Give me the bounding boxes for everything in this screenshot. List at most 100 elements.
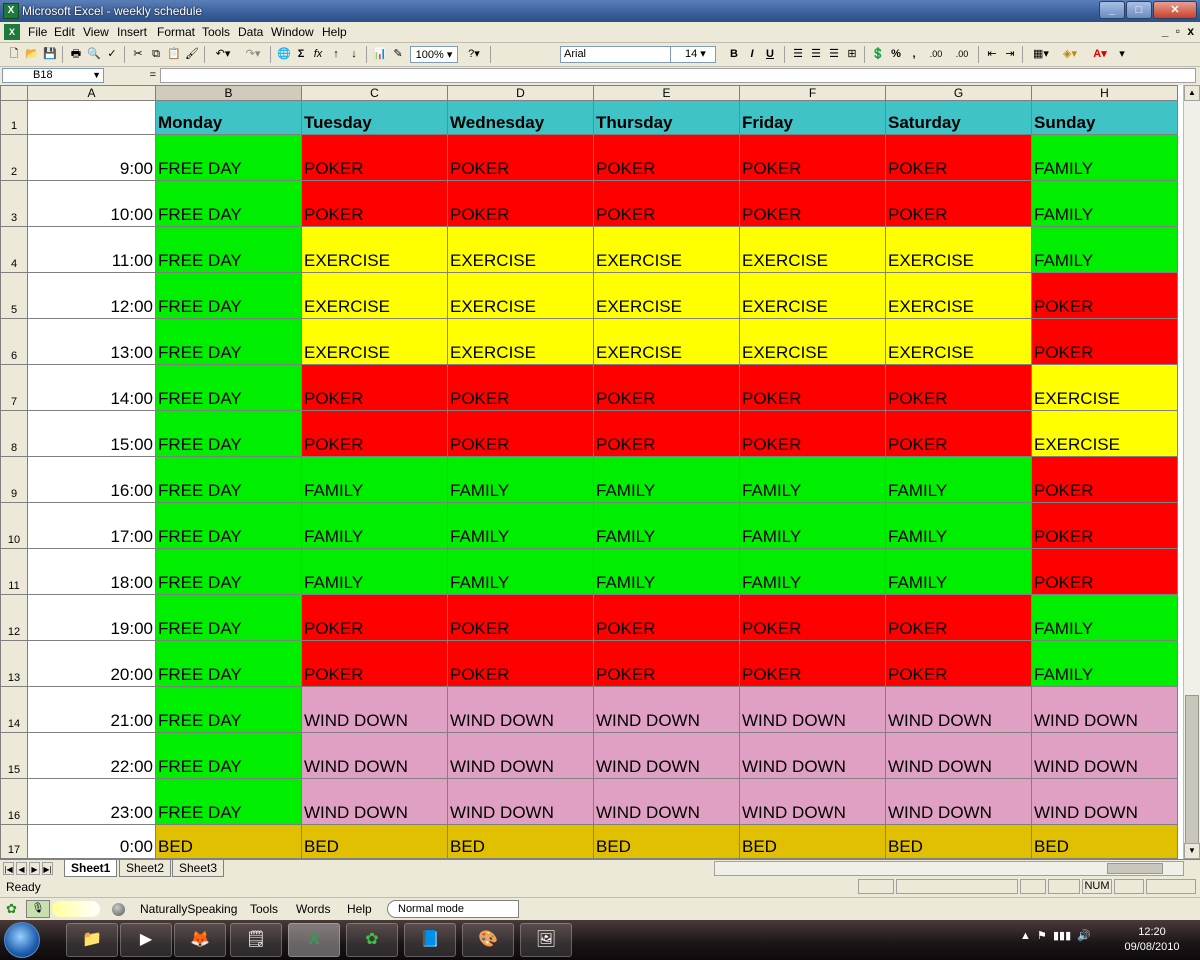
menu-window[interactable]: Window xyxy=(271,25,314,40)
schedule-cell[interactable]: POKER xyxy=(447,594,594,641)
day-header-cell[interactable]: Friday xyxy=(739,100,886,135)
print-icon[interactable]: 🖶 xyxy=(68,46,84,63)
schedule-cell[interactable]: FAMILY xyxy=(885,456,1032,503)
print-preview-icon[interactable]: 🔍 xyxy=(86,46,102,63)
schedule-cell[interactable]: POKER xyxy=(1031,272,1178,319)
align-center-icon[interactable]: ☰ xyxy=(808,46,824,63)
schedule-cell[interactable]: WIND DOWN xyxy=(885,778,1032,825)
schedule-cell[interactable]: POKER xyxy=(593,180,740,227)
row-header[interactable]: 9 xyxy=(0,456,28,503)
column-header-d[interactable]: D xyxy=(447,85,594,101)
menu-help[interactable]: Help xyxy=(322,25,347,40)
schedule-cell[interactable]: FAMILY xyxy=(1031,594,1178,641)
schedule-cell[interactable]: POKER xyxy=(885,640,1032,687)
time-cell[interactable]: 23:00 xyxy=(27,778,156,825)
h-scroll-thumb[interactable] xyxy=(1107,863,1163,874)
row-header[interactable]: 13 xyxy=(0,640,28,687)
dragon-icon[interactable]: ✿ xyxy=(6,901,17,917)
schedule-cell[interactable]: POKER xyxy=(593,134,740,181)
time-cell[interactable]: 12:00 xyxy=(27,272,156,319)
time-cell[interactable]: 10:00 xyxy=(27,180,156,227)
menu-file[interactable]: File xyxy=(28,25,47,40)
schedule-cell[interactable]: POKER xyxy=(885,594,1032,641)
schedule-cell[interactable]: POKER xyxy=(447,640,594,687)
schedule-cell[interactable]: FREE DAY xyxy=(155,686,302,733)
image-viewer-taskbar-icon[interactable]: 🖼 xyxy=(520,923,572,957)
schedule-cell[interactable]: WIND DOWN xyxy=(447,686,594,733)
menu-tools[interactable]: Tools xyxy=(202,25,230,40)
schedule-cell[interactable]: FREE DAY xyxy=(155,502,302,549)
schedule-cell[interactable]: WIND DOWN xyxy=(739,732,886,779)
column-header-e[interactable]: E xyxy=(593,85,740,101)
column-header-c[interactable]: C xyxy=(301,85,448,101)
schedule-cell[interactable]: POKER xyxy=(885,410,1032,457)
increase-indent-icon[interactable]: ⇥ xyxy=(1002,46,1018,63)
explorer-taskbar-icon[interactable]: 📁 xyxy=(66,923,118,957)
menu-view[interactable]: View xyxy=(83,25,109,40)
schedule-cell[interactable]: FAMILY xyxy=(447,456,594,503)
schedule-cell[interactable]: FAMILY xyxy=(301,548,448,595)
next-sheet-icon[interactable]: ▶ xyxy=(29,862,40,875)
schedule-cell[interactable]: POKER xyxy=(885,364,1032,411)
schedule-cell[interactable]: POKER xyxy=(301,410,448,457)
row-header[interactable]: 4 xyxy=(0,226,28,273)
schedule-cell[interactable]: POKER xyxy=(593,364,740,411)
scroll-thumb[interactable] xyxy=(1185,695,1199,845)
zoom-select[interactable]: 100% ▾ xyxy=(410,46,458,63)
schedule-cell[interactable]: FAMILY xyxy=(593,502,740,549)
day-header-cell[interactable]: Monday xyxy=(155,100,302,135)
scroll-up-icon[interactable]: ▲ xyxy=(1184,85,1200,101)
schedule-cell[interactable]: EXERCISE xyxy=(301,318,448,365)
schedule-cell[interactable]: BED xyxy=(1031,824,1178,859)
workbook-window-controls[interactable]: _ ▫ x xyxy=(1162,24,1196,38)
formula-equals[interactable]: = xyxy=(110,68,160,82)
schedule-cell[interactable]: POKER xyxy=(447,134,594,181)
minimize-button[interactable]: _ xyxy=(1099,1,1125,19)
align-left-icon[interactable]: ☰ xyxy=(790,46,806,63)
chart-wizard-icon[interactable]: 📊 xyxy=(372,46,388,63)
schedule-cell[interactable]: FAMILY xyxy=(301,502,448,549)
schedule-cell[interactable]: POKER xyxy=(593,594,740,641)
schedule-cell[interactable]: POKER xyxy=(739,134,886,181)
schedule-cell[interactable]: FAMILY xyxy=(739,548,886,595)
time-cell[interactable]: 11:00 xyxy=(27,226,156,273)
bold-button[interactable]: B xyxy=(726,46,742,63)
schedule-cell[interactable]: EXERCISE xyxy=(885,318,1032,365)
schedule-cell[interactable]: BED xyxy=(739,824,886,859)
horizontal-scrollbar[interactable] xyxy=(714,861,1184,876)
schedule-cell[interactable]: FREE DAY xyxy=(155,318,302,365)
schedule-cell[interactable]: POKER xyxy=(593,640,740,687)
record-icon[interactable] xyxy=(112,903,125,916)
font-size-select[interactable]: 14 ▾ xyxy=(670,46,716,63)
schedule-cell[interactable]: WIND DOWN xyxy=(593,778,740,825)
row-header[interactable]: 15 xyxy=(0,732,28,779)
schedule-cell[interactable]: WIND DOWN xyxy=(739,778,886,825)
schedule-cell[interactable]: POKER xyxy=(1031,456,1178,503)
time-cell[interactable]: 21:00 xyxy=(27,686,156,733)
sort-descending-icon[interactable]: ↓ xyxy=(346,46,362,63)
drawing-icon[interactable]: ✎ xyxy=(390,46,406,63)
row-header[interactable]: 1 xyxy=(0,100,28,135)
comma-button[interactable]: , xyxy=(906,46,922,63)
menu-insert[interactable]: Insert xyxy=(117,25,147,40)
schedule-cell[interactable]: FREE DAY xyxy=(155,594,302,641)
schedule-cell[interactable]: FAMILY xyxy=(593,456,740,503)
redo-icon[interactable]: ↷▾ xyxy=(240,46,266,63)
notepad-taskbar-icon[interactable]: 📘 xyxy=(404,923,456,957)
mode-indicator[interactable]: Normal mode xyxy=(387,900,519,918)
schedule-cell[interactable]: WIND DOWN xyxy=(885,686,1032,733)
row-header[interactable]: 8 xyxy=(0,410,28,457)
schedule-cell[interactable]: WIND DOWN xyxy=(593,686,740,733)
schedule-cell[interactable]: EXERCISE xyxy=(885,226,1032,273)
day-header-cell[interactable]: Thursday xyxy=(593,100,740,135)
schedule-cell[interactable]: POKER xyxy=(739,594,886,641)
schedule-cell[interactable]: POKER xyxy=(739,180,886,227)
schedule-cell[interactable]: EXERCISE xyxy=(885,272,1032,319)
schedule-cell[interactable]: WIND DOWN xyxy=(885,732,1032,779)
column-header-f[interactable]: F xyxy=(739,85,886,101)
spelling-icon[interactable]: ✓ xyxy=(104,46,120,63)
time-cell[interactable]: 18:00 xyxy=(27,548,156,595)
schedule-cell[interactable]: FREE DAY xyxy=(155,548,302,595)
schedule-cell[interactable]: POKER xyxy=(1031,548,1178,595)
schedule-cell[interactable]: POKER xyxy=(301,364,448,411)
